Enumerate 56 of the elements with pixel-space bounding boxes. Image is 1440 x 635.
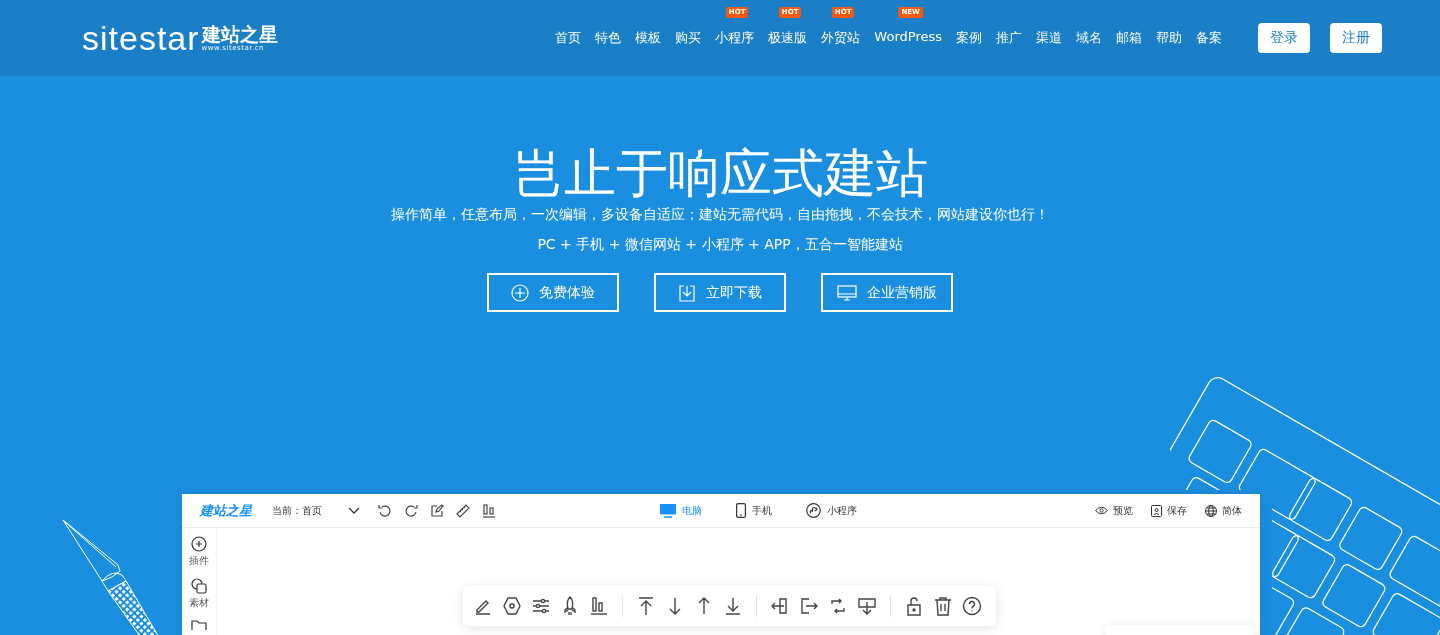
save-icon — [1150, 504, 1162, 517]
hero-action-button[interactable]: 立即下载 — [654, 273, 786, 312]
sliders-icon[interactable] — [530, 596, 551, 616]
help-icon[interactable] — [961, 596, 982, 616]
eye-icon — [1094, 506, 1108, 515]
plus-circle-icon — [190, 536, 207, 552]
nav-link[interactable]: 域名 — [1076, 29, 1102, 47]
plus-circle-icon — [511, 283, 529, 302]
editor-action[interactable]: 预览 — [1094, 503, 1133, 518]
ruler-icon[interactable] — [455, 503, 470, 518]
download-icon — [678, 283, 696, 302]
align-bottom-icon[interactable] — [588, 596, 609, 616]
undo-icon[interactable] — [377, 503, 392, 518]
chevron-down-icon — [347, 506, 360, 515]
hero-subtitle: 操作简单，任意布局，一次编辑，多设备自适应；建站无需代码，自由拖拽，不会技术，网站建设你也行！ — [391, 206, 1049, 224]
align-bottom-icon[interactable] — [481, 503, 496, 518]
nav-link[interactable]: 模板 — [635, 29, 662, 47]
auth-button[interactable]: 登录 — [1258, 23, 1310, 53]
sidebar-item[interactable] — [190, 620, 207, 630]
hexagon-icon[interactable] — [501, 596, 522, 616]
nav-link[interactable]: 推广 — [996, 29, 1022, 47]
nav-link[interactable]: 邮箱 — [1116, 29, 1142, 47]
device-tab[interactable]: 电脑 — [659, 503, 702, 518]
nav-link[interactable]: 购买 — [675, 29, 702, 47]
editor-action[interactable]: 简体 — [1204, 503, 1242, 518]
nav-link[interactable]: 渠道 — [1036, 29, 1062, 47]
hero-action-button[interactable]: 企业营销版 — [821, 273, 953, 312]
auth-button[interactable]: 注册 — [1330, 23, 1382, 53]
arrow-down-box-icon[interactable] — [856, 596, 877, 616]
nav-link[interactable]: 备案 — [1196, 29, 1222, 47]
nav-link[interactable]: 特色 — [595, 29, 622, 47]
hero-tagline: PC + 手机 + 微信网站 + 小程序 + APP，五合一智能建站 — [537, 236, 903, 254]
nav-link[interactable]: 首页 — [555, 29, 582, 47]
monitor-icon — [659, 503, 676, 518]
shapes-icon — [190, 578, 207, 594]
link-circle-icon — [805, 503, 821, 518]
hero-action-button[interactable]: 免费体验 — [487, 273, 619, 312]
sidebar-item[interactable]: 素材 — [188, 578, 209, 610]
device-tab[interactable]: 手机 — [735, 503, 772, 518]
phone-icon — [735, 503, 746, 518]
nav-link[interactable]: 帮助 — [1156, 29, 1182, 47]
folder-icon — [190, 620, 207, 630]
nav-link[interactable]: 案例 — [956, 29, 982, 47]
editor-action[interactable]: 保存 — [1150, 503, 1187, 518]
redo-icon[interactable] — [403, 503, 418, 518]
device-tab[interactable]: 小程序 — [805, 503, 857, 518]
trash-icon[interactable] — [932, 596, 953, 616]
monitor-icon — [837, 283, 857, 302]
edit-icon[interactable] — [429, 503, 444, 518]
editor-brand: 建站之星 — [199, 501, 252, 520]
hero-title: 岂止于响应式建站 — [512, 142, 928, 204]
page-selector[interactable]: 当前：首页 — [271, 503, 360, 518]
arrow-into-box-icon[interactable] — [769, 596, 790, 616]
arrow-out-of-box-icon[interactable] — [798, 596, 819, 616]
globe-icon — [1204, 504, 1217, 517]
sidebar-item[interactable]: 插件 — [188, 536, 209, 568]
